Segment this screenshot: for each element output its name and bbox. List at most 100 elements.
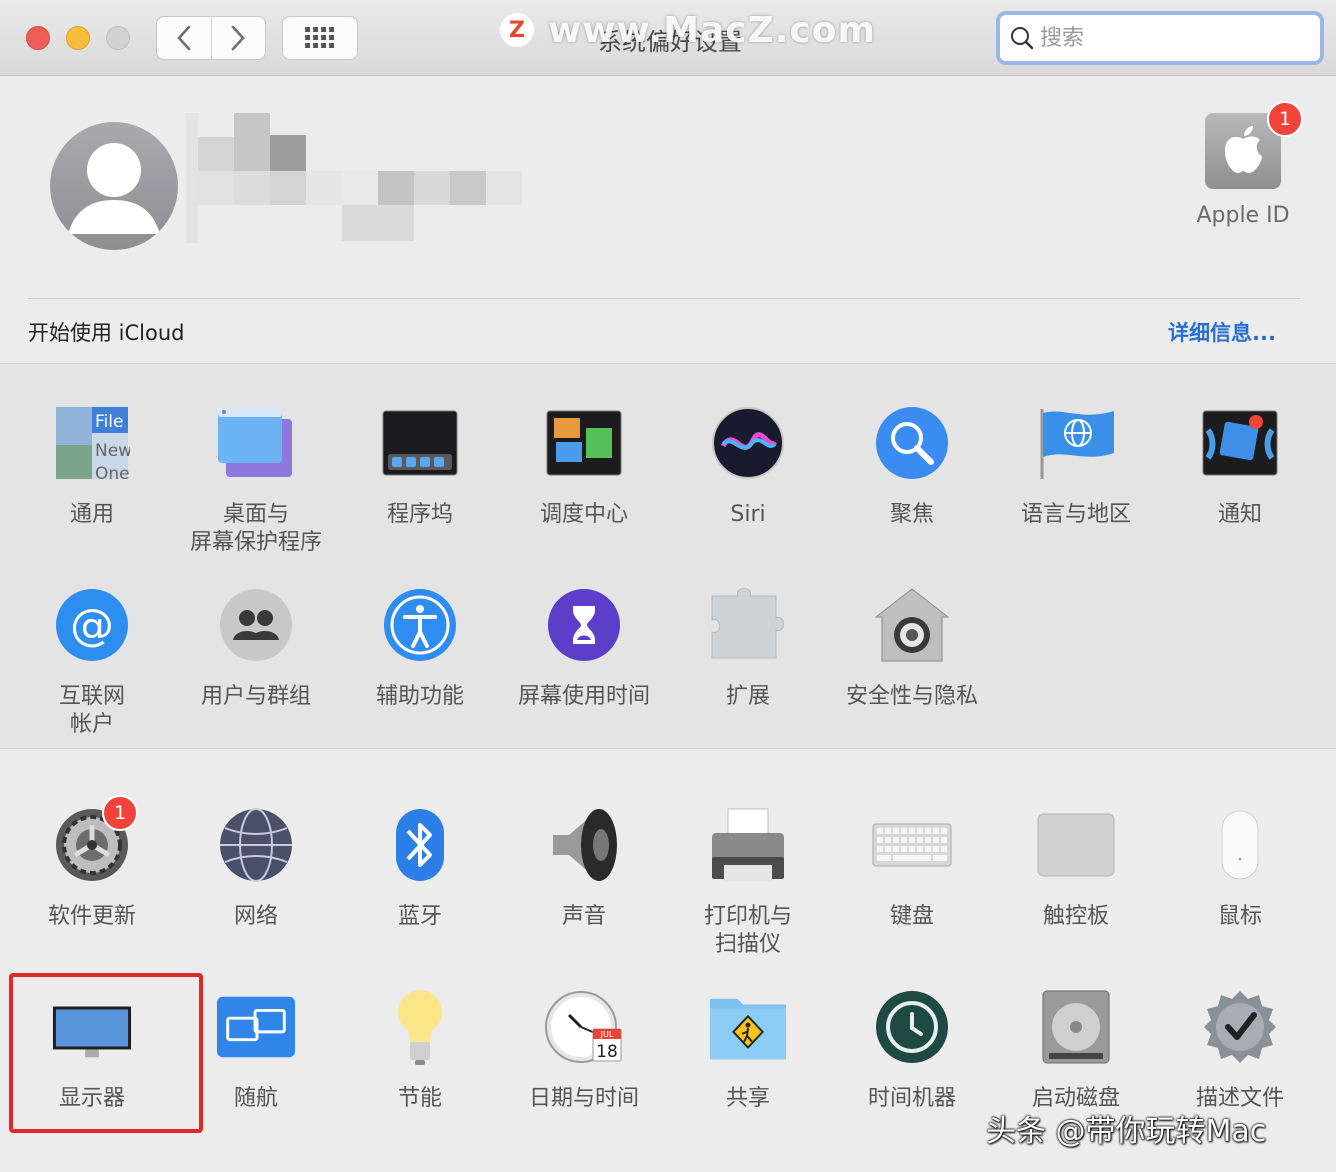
pane-startup-disk[interactable]: 启动磁盘 — [994, 987, 1158, 1113]
general-icon-file: File — [95, 412, 123, 432]
mission-control-icon — [544, 403, 624, 483]
pane-mouse[interactable]: 鼠标 — [1158, 805, 1322, 931]
pane-trackpad[interactable]: 触控板 — [994, 805, 1158, 931]
pane-screen-time[interactable]: 屏幕使用时间 — [502, 585, 666, 711]
show-all-button[interactable] — [282, 16, 358, 60]
pane-label: 网络 — [233, 904, 278, 929]
accessibility-icon — [380, 585, 460, 665]
software-update-badge: 1 — [102, 795, 138, 831]
apple-id-label: Apple ID — [1196, 203, 1290, 228]
forward-button[interactable] — [210, 17, 266, 59]
pane-general[interactable]: File New One 通用 — [10, 403, 174, 529]
pane-siri[interactable]: Siri — [666, 403, 830, 529]
grid-icon — [305, 27, 334, 48]
pane-label: 软件更新 — [47, 904, 136, 929]
date-time-icon: JUL 18 — [544, 987, 624, 1067]
pane-label: 扩展 — [725, 684, 770, 709]
printers-scanners-icon — [708, 805, 788, 885]
apple-id-badge: 1 — [1267, 101, 1303, 137]
spotlight-icon — [872, 403, 952, 483]
icloud-prompt: 开始使用 iCloud — [28, 321, 185, 345]
calendar-month: JUL — [600, 1030, 614, 1039]
general-icon-new: New — [95, 441, 130, 461]
pane-dock[interactable]: 程序坞 — [338, 403, 502, 529]
screen-time-icon — [544, 585, 624, 665]
pane-label: 共享 — [725, 1086, 770, 1111]
user-silhouette-icon — [68, 143, 160, 234]
minimize-window-button[interactable] — [66, 26, 90, 50]
pane-users-groups[interactable]: 用户与群组 — [174, 585, 338, 711]
account-divider — [28, 298, 1300, 299]
search-input[interactable] — [1040, 25, 1310, 51]
user-avatar[interactable] — [50, 122, 178, 250]
pane-spotlight[interactable]: 聚焦 — [830, 403, 994, 529]
pane-label: 打印机与 扫描仪 — [703, 904, 792, 957]
pane-label: 语言与地区 — [1020, 502, 1131, 527]
pane-label: 安全性与隐私 — [845, 684, 978, 709]
window-titlebar: 系统偏好设置 Z www.MacZ.com — [0, 0, 1336, 76]
notifications-icon — [1200, 403, 1280, 483]
search-icon — [1011, 27, 1034, 50]
svg-text:@: @ — [70, 600, 114, 651]
pane-label: 节能 — [397, 1086, 442, 1111]
calendar-day: 18 — [596, 1042, 618, 1062]
watermark-top: Z www.MacZ.com — [500, 8, 876, 52]
general-icon-one: One — [95, 464, 130, 481]
pane-label: Siri — [730, 502, 766, 527]
pane-label: 通知 — [1217, 502, 1262, 527]
mouse-icon — [1200, 805, 1280, 885]
chevron-right-icon — [231, 25, 246, 51]
keyboard-icon — [872, 805, 952, 885]
watermark-text: www.MacZ.com — [548, 9, 876, 51]
pane-keyboard[interactable]: 键盘 — [830, 805, 994, 931]
pane-label: 声音 — [561, 904, 606, 929]
pane-accessibility[interactable]: 辅助功能 — [338, 585, 502, 711]
pane-time-machine[interactable]: 时间机器 — [830, 987, 994, 1113]
pane-network[interactable]: 网络 — [174, 805, 338, 931]
displays-highlight-box — [9, 973, 203, 1133]
internet-accounts-icon: @ — [52, 585, 132, 665]
watermark-bottom: 头条 @带你玩转Mac — [986, 1114, 1267, 1149]
details-link[interactable]: 详细信息... — [1168, 317, 1276, 347]
software-update-icon: 1 — [52, 795, 138, 885]
zoom-window-button[interactable] — [106, 26, 130, 50]
pane-mission-control[interactable]: 调度中心 — [502, 403, 666, 529]
pane-sharing[interactable]: 共享 — [666, 987, 830, 1113]
pane-energy-saver[interactable]: 节能 — [338, 987, 502, 1113]
pane-label: 通用 — [69, 502, 114, 527]
pane-desktop-screensaver[interactable]: 桌面与 屏幕保护程序 — [174, 403, 338, 557]
pane-internet-accounts[interactable]: @ 互联网 帐户 — [10, 585, 174, 739]
apple-id-icon: 1 — [1205, 101, 1303, 189]
profiles-icon — [1200, 987, 1280, 1067]
chevron-left-icon — [176, 25, 191, 51]
navigation-buttons — [156, 16, 266, 60]
pane-label: 日期与时间 — [528, 1086, 639, 1111]
pane-printers-scanners[interactable]: 打印机与 扫描仪 — [666, 805, 830, 959]
security-privacy-icon — [872, 585, 952, 665]
pane-label: 互联网 帐户 — [58, 684, 125, 737]
pane-label: 蓝牙 — [397, 904, 442, 929]
pane-notifications[interactable]: 通知 — [1158, 403, 1322, 529]
close-window-button[interactable] — [26, 26, 50, 50]
pane-label: 用户与群组 — [200, 684, 311, 709]
sidecar-icon — [216, 987, 296, 1067]
pane-language-region[interactable]: 语言与地区 — [994, 403, 1158, 529]
trackpad-icon — [1036, 805, 1116, 885]
pane-date-time[interactable]: JUL 18 日期与时间 — [502, 987, 666, 1113]
pane-bluetooth[interactable]: 蓝牙 — [338, 805, 502, 931]
sound-icon — [544, 805, 624, 885]
pane-label: 鼠标 — [1217, 904, 1262, 929]
pane-sound[interactable]: 声音 — [502, 805, 666, 931]
apple-id-pane[interactable]: 1 Apple ID — [1186, 101, 1303, 228]
pane-label: 时间机器 — [867, 1086, 956, 1111]
pane-profiles[interactable]: 描述文件 — [1158, 987, 1322, 1113]
back-button[interactable] — [157, 17, 211, 59]
pane-software-update[interactable]: 1 软件更新 — [10, 795, 174, 931]
pane-security-privacy[interactable]: 安全性与隐私 — [830, 585, 994, 711]
desktop-screensaver-icon — [216, 403, 296, 483]
sharing-icon — [708, 987, 788, 1067]
dock-icon — [380, 403, 460, 483]
pane-label: 辅助功能 — [375, 684, 464, 709]
pane-extensions[interactable]: 扩展 — [666, 585, 830, 711]
search-field[interactable] — [996, 11, 1324, 65]
